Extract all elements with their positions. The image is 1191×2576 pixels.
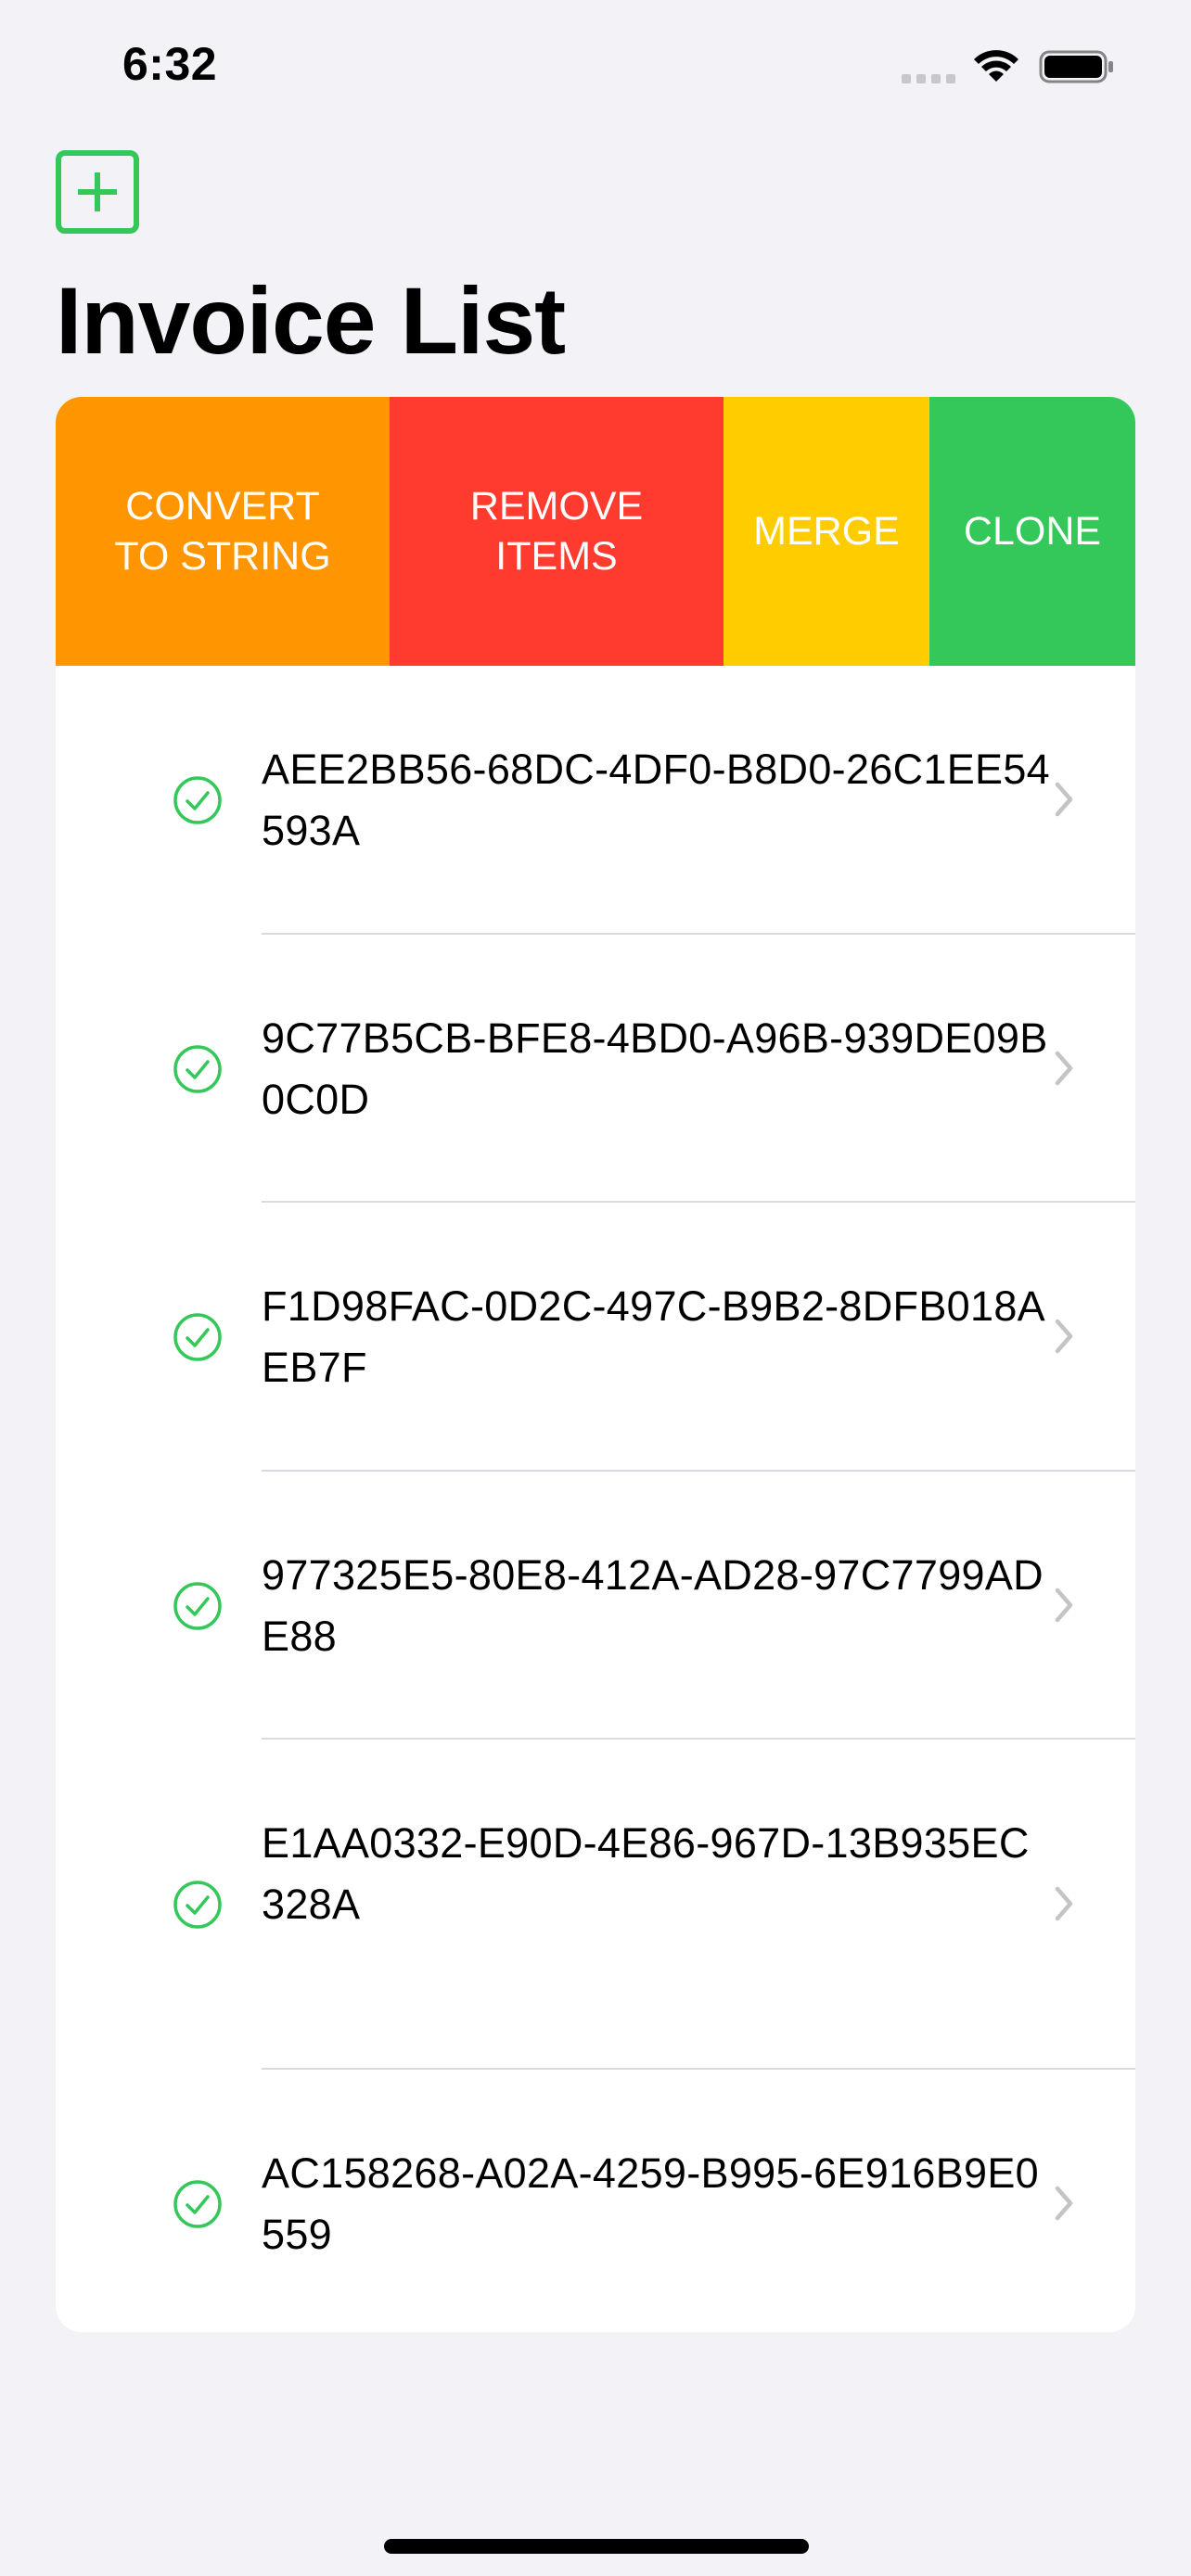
invoice-row[interactable]: AEE2BB56-68DC-4DF0-B8D0-26C1EE54593A — [56, 666, 1135, 935]
invoice-id: 977325E5-80E8-412A-AD28-97C7799ADE88 — [262, 1551, 1044, 1660]
checkmark-circle-icon — [173, 2180, 222, 2228]
battery-icon — [1039, 50, 1113, 83]
clone-label: CLONE — [963, 509, 1102, 554]
invoice-id: AEE2BB56-68DC-4DF0-B8D0-26C1EE54593A — [262, 746, 1051, 854]
wifi-icon — [974, 50, 1018, 82]
plus-icon — [78, 172, 117, 211]
invoice-card: CONVERT TO STRING REMOVE ITEMS MERGE CLO… — [56, 397, 1135, 2332]
chevron-right-icon — [1055, 782, 1073, 817]
invoice-row[interactable]: AC158268-A02A-4259-B995-6E916B9E0559 — [56, 2070, 1135, 2332]
checkmark-circle-icon — [173, 1313, 222, 1361]
chevron-right-icon — [1055, 2186, 1073, 2221]
signal-dots-icon — [902, 74, 955, 83]
checkmark-circle-icon — [173, 1045, 222, 1093]
invoice-id: 9C77B5CB-BFE8-4BD0-A96B-939DE09B0C0D — [262, 1014, 1048, 1123]
invoice-list: AEE2BB56-68DC-4DF0-B8D0-26C1EE54593A 9C7… — [56, 666, 1135, 2332]
invoice-id: F1D98FAC-0D2C-497C-B9B2-8DFB018AEB7F — [262, 1282, 1045, 1391]
merge-button[interactable]: MERGE — [724, 397, 929, 666]
chevron-right-icon — [1055, 1886, 1073, 1921]
status-time: 6:32 — [122, 38, 218, 90]
chevron-right-icon — [1055, 1319, 1073, 1354]
clone-button[interactable]: CLONE — [929, 397, 1135, 666]
remove-items-button[interactable]: REMOVE ITEMS — [390, 397, 724, 666]
checkmark-circle-icon — [173, 776, 222, 824]
add-invoice-button[interactable] — [56, 150, 139, 234]
page-title: Invoice List — [56, 268, 566, 374]
invoice-row[interactable]: E1AA0332-E90D-4E86-967D-13B935EC328A — [56, 1740, 1135, 2070]
convert-to-string-label: CONVERT TO STRING — [114, 484, 331, 579]
status-bar: 6:32 — [0, 0, 1191, 130]
remove-items-label: REMOVE ITEMS — [469, 484, 644, 579]
checkmark-circle-icon — [173, 1582, 222, 1630]
invoice-row[interactable]: 977325E5-80E8-412A-AD28-97C7799ADE88 — [56, 1472, 1135, 1740]
swipe-actions: CONVERT TO STRING REMOVE ITEMS MERGE CLO… — [56, 397, 1135, 666]
merge-label: MERGE — [753, 509, 900, 554]
chevron-right-icon — [1055, 1588, 1073, 1623]
chevron-right-icon — [1055, 1051, 1073, 1086]
invoice-row[interactable]: F1D98FAC-0D2C-497C-B9B2-8DFB018AEB7F — [56, 1203, 1135, 1472]
invoice-id: E1AA0332-E90D-4E86-967D-13B935EC328A — [262, 1819, 1030, 1928]
invoice-row[interactable]: 9C77B5CB-BFE8-4BD0-A96B-939DE09B0C0D — [56, 935, 1135, 1203]
checkmark-circle-icon — [173, 1881, 222, 1929]
convert-to-string-button[interactable]: CONVERT TO STRING — [56, 397, 390, 666]
home-indicator[interactable] — [384, 2539, 809, 2554]
invoice-id: AC158268-A02A-4259-B995-6E916B9E0559 — [262, 2149, 1040, 2258]
